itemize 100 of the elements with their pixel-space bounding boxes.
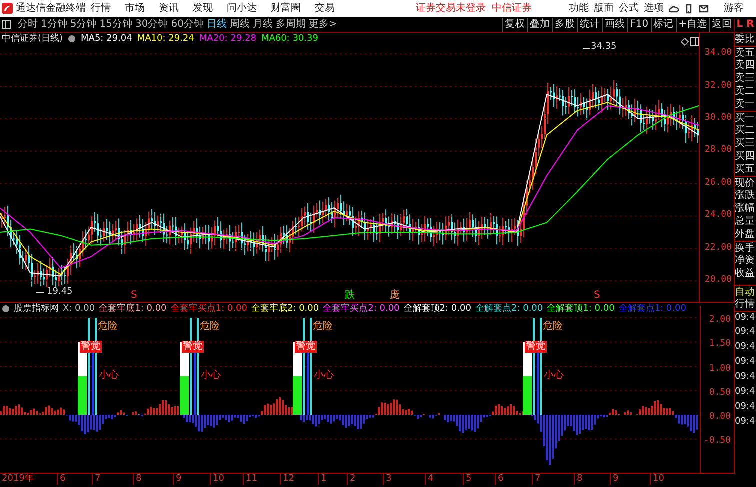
price-label: 24.00: [704, 210, 732, 222]
period-tab[interactable]: 分时: [18, 18, 38, 30]
date-label: 9: [610, 474, 619, 485]
time-label: 09:4: [735, 341, 756, 354]
legend-label: MA60: 30.39: [261, 34, 318, 45]
quote-label: 涨跌: [735, 189, 756, 202]
quote-label[interactable]: 行情: [735, 298, 756, 311]
price-label: 22.00: [704, 242, 732, 254]
price-label: 34.00: [704, 48, 732, 59]
time-label: 09:4: [735, 311, 756, 326]
quote-label: 委比: [735, 33, 756, 46]
date-label: 12: [280, 474, 294, 485]
chart-title: 中信证券(日线): [2, 34, 64, 45]
quote-label: 收益: [735, 267, 756, 280]
warning-label: 危险: [98, 321, 118, 333]
quote-label: 外盘: [735, 228, 756, 241]
indicator-value: 全解套点1: 0.00: [618, 304, 686, 315]
quote-label: 卖一: [735, 98, 756, 111]
signal-marker: 跌: [345, 290, 355, 302]
quote-label: 买五: [735, 163, 756, 176]
legend-label: MA10: 29.24: [137, 34, 194, 45]
date-label: 2019年: [1, 474, 34, 485]
menu-item[interactable]: 发现: [193, 2, 213, 14]
price-annotation: 19.45: [46, 287, 74, 298]
date-label: 10: [650, 474, 664, 485]
period-tab[interactable]: 30分钟: [135, 18, 168, 30]
alert-label: 警觉: [80, 341, 102, 354]
login-status[interactable]: 证券交易未登录: [416, 2, 486, 14]
toolbar-button[interactable]: 多股: [552, 18, 578, 32]
quote-label: 买四: [735, 150, 756, 163]
quote-label: 换手: [735, 241, 756, 254]
more-tab[interactable]: 更多>: [308, 18, 338, 30]
menu-item[interactable]: 市场: [125, 2, 145, 14]
indicator-value: 全套牢底1: 0.00: [99, 304, 167, 315]
menu-item[interactable]: 交易: [315, 2, 335, 14]
menu-item[interactable]: 问小达: [227, 2, 257, 14]
toolbar-button[interactable]: 复权: [502, 18, 528, 32]
caution-label: 小心: [201, 370, 221, 382]
quote-label: 卖二: [735, 85, 756, 98]
toolbar-button[interactable]: 统计: [577, 18, 602, 32]
user-label[interactable]: 游客: [724, 2, 744, 14]
signal-marker: 庞: [390, 290, 400, 302]
menu-item[interactable]: 行情: [91, 2, 111, 14]
toolbar-button[interactable]: F10: [627, 18, 651, 32]
legend-label: MA20: 29.28: [199, 34, 256, 45]
period-tab[interactable]: 多周期: [276, 18, 306, 30]
price-label: 20.00: [704, 275, 732, 286]
auto-label[interactable]: 自动: [735, 285, 756, 298]
signal-marker: S: [131, 290, 138, 302]
period-tab[interactable]: 日线: [206, 18, 227, 30]
time-label: 09:4: [735, 416, 756, 429]
warning-label: 危险: [543, 321, 563, 333]
time-label: 09:4: [735, 386, 756, 399]
warning-label: 危险: [200, 321, 220, 333]
time-label: 09:4: [735, 326, 756, 339]
period-tab[interactable]: 1分钟: [41, 18, 68, 30]
toolbar-button[interactable]: 返回: [709, 18, 734, 32]
period-tab[interactable]: 5分钟: [70, 18, 97, 30]
toolbar-button[interactable]: 标记: [650, 18, 676, 32]
date-label: 8: [133, 474, 142, 485]
indicator-axis-label: -0.50: [704, 436, 731, 448]
toolbar-menu-item[interactable]: 功能: [569, 2, 589, 14]
date-label: 5: [463, 474, 472, 485]
toolbar-button[interactable]: 叠加: [527, 18, 552, 32]
caution-label: 小心: [99, 370, 119, 382]
menu-item[interactable]: 财富圈: [271, 2, 301, 14]
date-label: 9: [173, 474, 182, 485]
indicator-axis-label: 0.50: [709, 388, 731, 399]
period-tab[interactable]: 60分钟: [171, 18, 204, 30]
time-label: 09:4: [735, 371, 756, 384]
period-tab[interactable]: 15分钟: [100, 18, 132, 30]
broker-name[interactable]: 中信证券: [492, 2, 532, 14]
date-label: 7: [532, 474, 541, 485]
toolbar-menu-item[interactable]: 选项: [644, 2, 664, 14]
date-label: 3: [383, 474, 392, 485]
period-tab[interactable]: 月线: [252, 18, 273, 30]
price-label: 32.00: [704, 80, 732, 92]
caution-label: 小心: [544, 370, 564, 382]
date-label: 11: [243, 474, 258, 485]
toolbar-button[interactable]: 画线: [602, 18, 628, 32]
date-label: 7: [92, 474, 101, 485]
alert-label: 警觉: [525, 341, 547, 354]
indicator-value: 全套牢买点2: 0.00: [323, 304, 400, 315]
warning-label: 危险: [313, 321, 333, 333]
toolbar-button[interactable]: +自选: [676, 18, 709, 32]
menu-item[interactable]: 资讯: [159, 2, 179, 14]
side-label[interactable]: R: [746, 18, 754, 30]
period-tab[interactable]: 周线: [230, 18, 250, 30]
quote-label: 现价: [735, 176, 756, 189]
side-label[interactable]: L: [736, 18, 744, 30]
time-label: 09:4: [735, 401, 756, 414]
quote-label: 卖四: [735, 59, 756, 72]
app-name: 通达信金融终端: [16, 2, 86, 14]
quote-label: 净资: [735, 254, 756, 267]
quote-label: 卖五: [735, 46, 756, 59]
toolbar-menu-item[interactable]: 公式: [619, 2, 639, 14]
caution-label: 小心: [314, 370, 334, 382]
toolbar-menu-item[interactable]: 版面: [594, 2, 614, 14]
indicator-name: 股票指标网: [14, 304, 59, 315]
indicator-value: 全解套顶1: 0.00: [547, 304, 615, 315]
